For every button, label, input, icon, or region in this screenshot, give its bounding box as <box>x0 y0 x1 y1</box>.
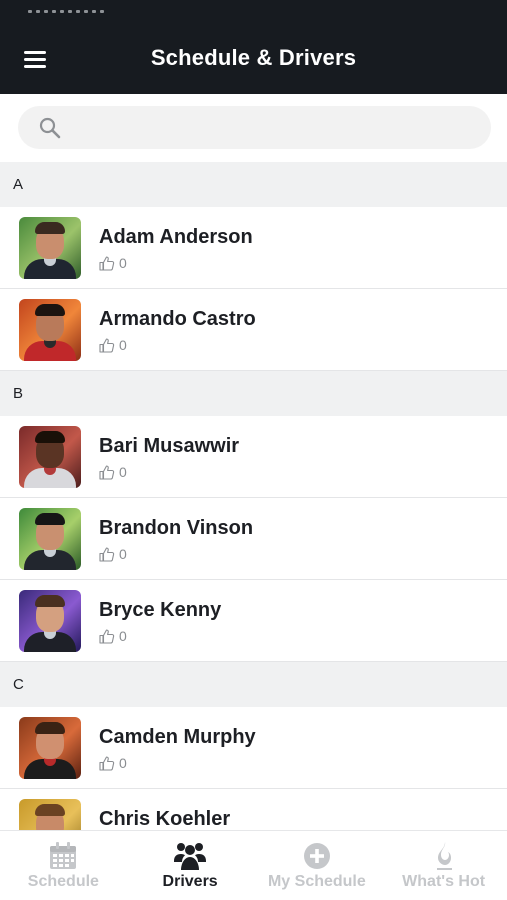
tab-schedule[interactable]: Schedule <box>0 831 127 900</box>
bottom-tab-bar: Schedule Drivers My Schedule What's Hot <box>0 830 507 900</box>
app-header: Schedule & Drivers <box>0 0 507 94</box>
tab-label: My Schedule <box>267 873 366 890</box>
status-bar-remnant <box>28 0 138 13</box>
plus-circle-icon <box>303 843 330 869</box>
driver-name: Brandon Vinson <box>99 517 254 539</box>
driver-list[interactable]: A Adam Anderson 0 Armando Castro 0 B Bar… <box>0 162 507 830</box>
thumbs-up-icon <box>99 546 115 562</box>
avatar <box>19 299 81 361</box>
avatar <box>19 799 81 830</box>
avatar <box>19 508 81 570</box>
like-count[interactable]: 0 <box>99 628 127 644</box>
tab-whats-hot[interactable]: What's Hot <box>380 831 507 900</box>
like-count[interactable]: 0 <box>99 546 127 562</box>
section-header-c: C <box>0 662 507 707</box>
like-count[interactable]: 0 <box>99 755 127 771</box>
thumbs-up-icon <box>99 255 115 271</box>
driver-row-armando-castro[interactable]: Armando Castro 0 <box>0 289 507 371</box>
driver-name: Adam Anderson <box>99 226 253 248</box>
calendar-icon <box>50 842 77 869</box>
thumbs-up-icon <box>99 755 115 771</box>
driver-row-brandon-vinson[interactable]: Brandon Vinson 0 <box>0 498 507 580</box>
tab-label: Drivers <box>162 873 218 890</box>
tab-drivers[interactable]: Drivers <box>127 831 254 900</box>
avatar <box>19 590 81 652</box>
like-count-value: 0 <box>119 628 127 644</box>
driver-name: Armando Castro <box>99 308 256 330</box>
section-header-b: B <box>0 371 507 416</box>
driver-row-bryce-kenny[interactable]: Bryce Kenny 0 <box>0 580 507 662</box>
like-count-value: 0 <box>119 255 127 271</box>
thumbs-up-icon <box>99 337 115 353</box>
like-count[interactable]: 0 <box>99 464 127 480</box>
tab-my-schedule[interactable]: My Schedule <box>254 831 381 900</box>
page-title: Schedule & Drivers <box>150 45 357 70</box>
like-count-value: 0 <box>119 337 127 353</box>
section-header-a: A <box>0 162 507 207</box>
search-icon <box>39 117 61 139</box>
avatar <box>19 717 81 779</box>
driver-name: Bryce Kenny <box>99 599 222 621</box>
flame-icon <box>436 842 452 870</box>
like-count-value: 0 <box>119 546 127 562</box>
like-count-value: 0 <box>119 755 127 771</box>
like-count[interactable]: 0 <box>99 255 127 271</box>
search-field[interactable] <box>18 106 491 149</box>
like-count[interactable]: 0 <box>99 337 127 353</box>
driver-row-bari-musawwir[interactable]: Bari Musawwir 0 <box>0 416 507 498</box>
avatar <box>19 426 81 488</box>
avatar <box>19 217 81 279</box>
search-input[interactable] <box>74 112 474 142</box>
driver-row-adam-anderson[interactable]: Adam Anderson 0 <box>0 207 507 289</box>
tab-label: Schedule <box>27 873 99 890</box>
search-bar <box>0 94 507 162</box>
driver-name: Chris Koehler <box>99 808 231 830</box>
tab-label: What's Hot <box>402 873 486 890</box>
like-count-value: 0 <box>119 464 127 480</box>
thumbs-up-icon <box>99 628 115 644</box>
driver-row-camden-murphy[interactable]: Camden Murphy 0 <box>0 707 507 789</box>
driver-row-chris-koehler[interactable]: Chris Koehler 0 <box>0 789 507 830</box>
people-icon <box>174 843 207 870</box>
driver-name: Camden Murphy <box>99 726 256 748</box>
thumbs-up-icon <box>99 464 115 480</box>
driver-name: Bari Musawwir <box>99 435 240 457</box>
